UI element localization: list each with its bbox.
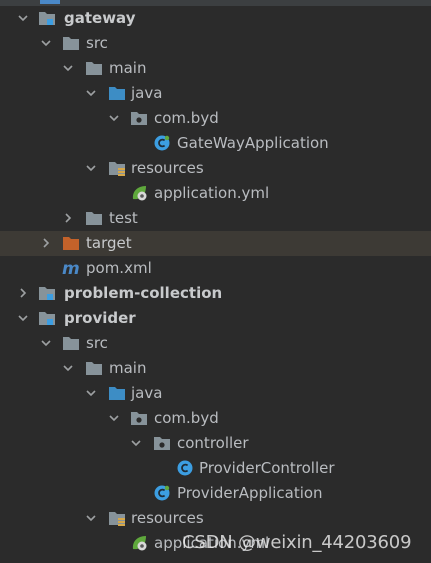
tree-item-java[interactable]: java xyxy=(0,81,431,106)
java-class-icon xyxy=(153,484,171,502)
tree-item-label: main xyxy=(109,359,147,377)
chevron-down-icon[interactable] xyxy=(18,13,28,23)
folder-icon xyxy=(62,34,80,52)
project-tree: gateway src main java com.byd GateWayApp… xyxy=(0,0,431,563)
tree-item-gateway[interactable]: gateway xyxy=(0,6,431,31)
tree-item-resources[interactable]: resources xyxy=(0,156,431,181)
tree-item-target[interactable]: target xyxy=(0,231,431,256)
spring-config-icon xyxy=(130,534,148,552)
chevron-down-icon[interactable] xyxy=(41,38,51,48)
tree-item-java[interactable]: java xyxy=(0,381,431,406)
package-icon xyxy=(130,109,148,127)
tree-item-label: pom.xml xyxy=(86,259,152,277)
tree-item-label: main xyxy=(109,59,147,77)
tree-item-gateway-application[interactable]: GateWayApplication xyxy=(0,131,431,156)
chevron-down-icon[interactable] xyxy=(86,163,96,173)
folder-icon xyxy=(62,334,80,352)
java-class-icon xyxy=(153,134,171,152)
folder-icon xyxy=(85,59,103,77)
tree-item-label: src xyxy=(86,34,108,52)
tree-item-label: com.byd xyxy=(154,109,219,127)
module-icon xyxy=(38,284,56,302)
chevron-down-icon[interactable] xyxy=(86,388,96,398)
chevron-down-icon[interactable] xyxy=(131,438,141,448)
resources-folder-icon xyxy=(108,509,126,527)
tree-item-main[interactable]: main xyxy=(0,56,431,81)
tree-item-label: application.yml xyxy=(154,184,270,202)
tree-item-label: problem-collection xyxy=(64,284,223,302)
chevron-right-icon[interactable] xyxy=(18,288,28,298)
tree-item-label: test xyxy=(109,209,138,227)
tree-item-label: resources xyxy=(131,159,204,177)
package-icon xyxy=(130,409,148,427)
tree-item-label: GateWayApplication xyxy=(177,134,329,152)
tree-item-label: target xyxy=(86,234,132,252)
chevron-down-icon[interactable] xyxy=(109,413,119,423)
chevron-down-icon[interactable] xyxy=(86,513,96,523)
chevron-down-icon[interactable] xyxy=(63,63,73,73)
tree-item-src[interactable]: src xyxy=(0,331,431,356)
java-class-icon xyxy=(176,459,194,477)
tree-item-provider-controller[interactable]: ProviderController xyxy=(0,456,431,481)
chevron-down-icon[interactable] xyxy=(41,338,51,348)
chevron-down-icon[interactable] xyxy=(86,88,96,98)
tree-item-problem-collection[interactable]: problem-collection xyxy=(0,281,431,306)
watermark: CSDN @weixin_44203609 xyxy=(182,532,412,553)
tree-item-label: java xyxy=(131,384,163,402)
tree-item-provider-application[interactable]: ProviderApplication xyxy=(0,481,431,506)
tree-item-controller[interactable]: controller xyxy=(0,431,431,456)
tree-item-label: ProviderApplication xyxy=(177,484,323,502)
excluded-folder-icon xyxy=(62,234,80,252)
tree-item-label: resources xyxy=(131,509,204,527)
tree-item-label: java xyxy=(131,84,163,102)
source-folder-icon xyxy=(108,384,126,402)
chevron-right-icon[interactable] xyxy=(41,238,51,248)
resources-folder-icon xyxy=(108,159,126,177)
tree-item-label: com.byd xyxy=(154,409,219,427)
module-icon xyxy=(38,9,56,27)
chevron-down-icon[interactable] xyxy=(18,313,28,323)
tree-item-label: gateway xyxy=(64,9,136,27)
tree-item-label: provider xyxy=(64,309,136,327)
chevron-down-icon[interactable] xyxy=(109,113,119,123)
tree-item-provider[interactable]: provider xyxy=(0,306,431,331)
chevron-down-icon[interactable] xyxy=(63,363,73,373)
tree-item-com-byd[interactable]: com.byd xyxy=(0,106,431,131)
tree-item-label: controller xyxy=(177,434,249,452)
folder-icon xyxy=(85,359,103,377)
tree-item-test[interactable]: test xyxy=(0,206,431,231)
tree-item-application-yml[interactable]: application.yml xyxy=(0,181,431,206)
tree-item-src[interactable]: src xyxy=(0,31,431,56)
tree-item-resources[interactable]: resources xyxy=(0,506,431,531)
tree-item-main[interactable]: main xyxy=(0,356,431,381)
module-icon xyxy=(38,309,56,327)
tree-item-pom-xml[interactable]: m pom.xml xyxy=(0,256,431,281)
folder-icon xyxy=(85,209,103,227)
chevron-right-icon[interactable] xyxy=(63,213,73,223)
spring-config-icon xyxy=(130,184,148,202)
package-icon xyxy=(153,434,171,452)
svg-text:m: m xyxy=(62,259,80,277)
tree-item-label: ProviderController xyxy=(199,459,335,477)
source-folder-icon xyxy=(108,84,126,102)
tree-item-label: src xyxy=(86,334,108,352)
maven-icon: m xyxy=(62,259,80,277)
tree-item-com-byd[interactable]: com.byd xyxy=(0,406,431,431)
